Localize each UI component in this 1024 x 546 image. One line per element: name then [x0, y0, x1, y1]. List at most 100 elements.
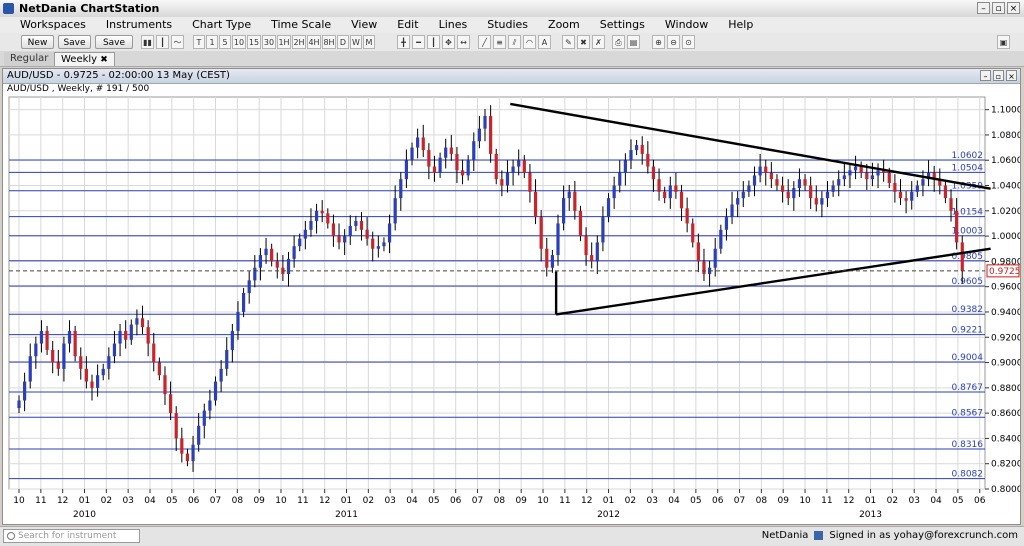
- y-axis-tick-label: 0.9600: [991, 283, 1020, 293]
- candlestick-icon[interactable]: ▮▮: [141, 35, 154, 49]
- year-label: 2011: [335, 510, 358, 520]
- x-axis-tick-label: 07: [210, 496, 221, 506]
- x-axis-tick-label: 07: [472, 496, 483, 506]
- interval-8h-button[interactable]: 8H: [322, 35, 336, 49]
- close-tab-icon[interactable]: ✖: [100, 55, 108, 65]
- print-icon[interactable]: ⎙: [612, 35, 625, 49]
- menu-bar: Workspaces Instruments Chart Type Time Scal…: [0, 17, 1024, 34]
- candle-body: [286, 258, 291, 275]
- interval-30-button[interactable]: 30: [262, 35, 276, 49]
- candle-body: [56, 362, 60, 369]
- delete-drawing-icon[interactable]: ✖: [577, 35, 590, 49]
- zoom-out-icon[interactable]: ⊖: [667, 35, 680, 49]
- arc-icon[interactable]: ◠: [523, 35, 536, 49]
- text-tool-icon[interactable]: A: [538, 35, 551, 49]
- interval-1h-button[interactable]: 1H: [277, 35, 291, 49]
- x-axis-tick-label: 08: [756, 496, 768, 506]
- minimize-button[interactable]: –: [977, 2, 990, 14]
- x-axis-tick-label: 03: [384, 496, 395, 506]
- candle-body: [635, 145, 639, 151]
- candle-body: [562, 198, 566, 224]
- interval-d-button[interactable]: D: [337, 35, 349, 49]
- export-icon[interactable]: ▤: [627, 35, 640, 49]
- menu-help[interactable]: Help: [718, 18, 763, 32]
- tab-weekly[interactable]: Weekly ✖: [54, 52, 115, 66]
- channel-icon[interactable]: ⫽: [508, 35, 521, 49]
- line-chart-icon[interactable]: 〜: [171, 35, 184, 49]
- candle-body: [517, 160, 521, 167]
- price-chart[interactable]: 1.06021.05041.03591.01541.00030.98050.96…: [3, 69, 1020, 524]
- level-label: 0.8767: [952, 383, 984, 393]
- interval-15-button[interactable]: 15: [247, 35, 261, 49]
- candle-body: [39, 330, 44, 344]
- tab-regular[interactable]: Regular: [4, 52, 55, 66]
- y-axis-tick-label: 0.8600: [991, 409, 1020, 419]
- x-axis-tick-label: 07: [734, 496, 745, 506]
- x-axis-tick-label: 06: [450, 496, 462, 506]
- pencil-icon[interactable]: ✎: [562, 35, 575, 49]
- candle-body: [393, 198, 397, 224]
- trendline-icon[interactable]: ╱: [478, 35, 491, 49]
- menu-zoom[interactable]: Zoom: [538, 18, 590, 32]
- zoom-in-icon[interactable]: ⊕: [652, 35, 665, 49]
- delete-all-icon[interactable]: ✗: [592, 35, 605, 49]
- fibonacci-icon[interactable]: ≡: [493, 35, 506, 49]
- menu-settings[interactable]: Settings: [590, 18, 655, 32]
- menu-time-scale[interactable]: Time Scale: [261, 18, 341, 32]
- menu-view[interactable]: View: [341, 18, 387, 32]
- search-placeholder: Search for instrument: [18, 531, 117, 541]
- chart-tabs: Regular Weekly ✖: [0, 51, 1024, 67]
- candle-body: [623, 160, 627, 173]
- candle-body: [73, 330, 77, 357]
- ohlc-bars-icon[interactable]: ┃: [156, 35, 169, 49]
- interval-1-button[interactable]: 1: [206, 35, 218, 49]
- menu-edit[interactable]: Edit: [387, 18, 428, 32]
- interval-5-button[interactable]: 5: [219, 35, 231, 49]
- candle-body: [460, 170, 465, 176]
- menu-workspaces[interactable]: Workspaces: [10, 18, 96, 32]
- interval-t-button[interactable]: T: [193, 35, 205, 49]
- drag-icon[interactable]: ↔: [457, 35, 470, 49]
- interval-w-button[interactable]: W: [350, 35, 362, 49]
- candle-body: [500, 179, 504, 186]
- candle-body: [618, 172, 622, 186]
- zoom-fit-icon[interactable]: ⊙: [682, 35, 695, 49]
- menu-chart-type[interactable]: Chart Type: [182, 18, 261, 32]
- level-label: 0.9004: [952, 353, 984, 363]
- candle-body: [174, 413, 178, 439]
- pan-icon[interactable]: ✥: [442, 35, 455, 49]
- interval-10-button[interactable]: 10: [232, 35, 246, 49]
- x-axis-tick-label: 02: [625, 496, 636, 506]
- interval-m-button[interactable]: M: [363, 35, 375, 49]
- x-axis-tick-label: 05: [166, 496, 177, 506]
- save-as-button[interactable]: Save as...: [95, 35, 133, 62]
- x-axis-tick-label: 10: [275, 496, 287, 506]
- x-axis-tick-label: 08: [232, 496, 244, 506]
- crosshair-icon[interactable]: ╋: [397, 35, 410, 49]
- candle-body: [236, 311, 240, 331]
- close-button[interactable]: ×: [1007, 2, 1020, 14]
- x-axis-tick-label: 06: [188, 496, 200, 506]
- menu-lines[interactable]: Lines: [429, 18, 478, 32]
- interval-4h-button[interactable]: 4H: [307, 35, 321, 49]
- menu-window[interactable]: Window: [655, 18, 718, 32]
- maximize-button[interactable]: ▫: [992, 2, 1005, 14]
- candle-body: [573, 191, 577, 211]
- save-button[interactable]: Save: [58, 35, 91, 49]
- toolbar-settings-icon[interactable]: ▣: [997, 35, 1010, 49]
- interval-2h-button[interactable]: 2H: [292, 35, 306, 49]
- x-axis-tick-label: 11: [559, 496, 570, 506]
- candle-body: [112, 343, 117, 357]
- candle-body: [685, 208, 689, 224]
- candle-body: [820, 198, 824, 205]
- horizontal-line-icon[interactable]: ━: [412, 35, 425, 49]
- new-button[interactable]: New: [21, 35, 54, 49]
- title-bar: NetDania ChartStation – ▫ ×: [0, 0, 1024, 18]
- x-axis-tick-label: 03: [908, 496, 919, 506]
- vertical-line-icon[interactable]: ┃: [427, 35, 440, 49]
- candle-body: [955, 210, 959, 243]
- menu-instruments[interactable]: Instruments: [96, 18, 182, 32]
- year-label: 2013: [859, 510, 882, 520]
- menu-studies[interactable]: Studies: [477, 18, 538, 32]
- instrument-search-input[interactable]: Search for instrument: [3, 529, 140, 543]
